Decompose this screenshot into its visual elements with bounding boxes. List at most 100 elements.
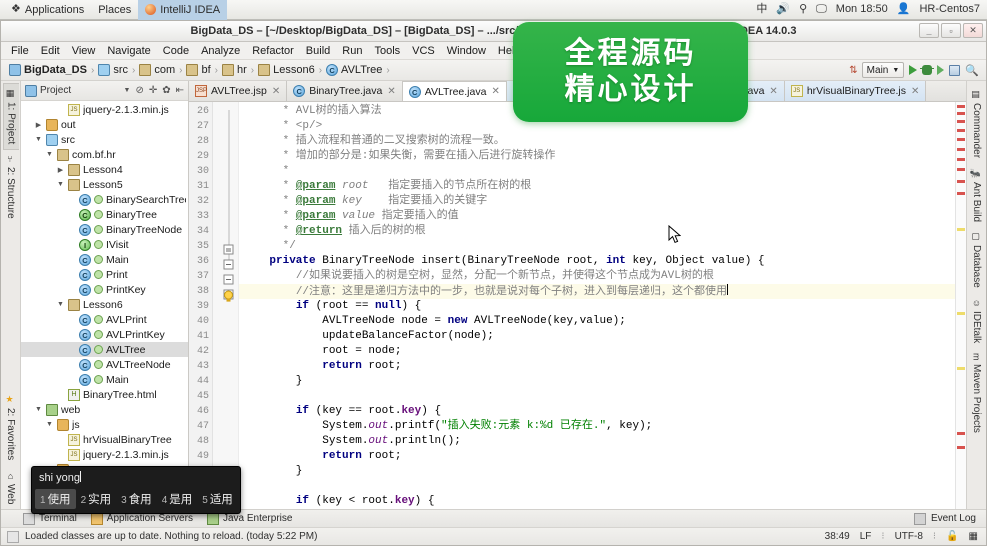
code-line[interactable]: System.out.printf("插入失败:元素 k:%d 已存在.", k… [239, 419, 955, 434]
breadcrumb-bigdata-ds[interactable]: BigData_DS [7, 64, 89, 76]
code-line[interactable] [239, 389, 955, 404]
ime-input-preedit[interactable]: shi yong [32, 467, 240, 487]
chevron-down-icon[interactable]: ▼ [56, 301, 65, 308]
ime-indicator[interactable]: 中 [756, 4, 767, 15]
inspection-icon[interactable]: ▦ [969, 531, 978, 542]
code-line[interactable]: * 插入流程和普通的二叉搜索树的流程一致。 [239, 134, 955, 149]
code-line[interactable]: * @param key 指定要插入的关键字 [239, 194, 955, 209]
chevron-down-icon[interactable]: ▼ [124, 87, 131, 94]
status-toggle-icon[interactable] [7, 530, 19, 543]
sidebar-item-structure[interactable]: ⑂ 2: Structure [3, 150, 18, 224]
expand-icon[interactable]: ✛ [149, 85, 157, 96]
maximize-button[interactable]: ▫ [941, 23, 961, 38]
tree-node[interactable]: C AVLPrint [21, 312, 188, 327]
menu-file[interactable]: File [5, 44, 35, 58]
chevron-right-icon[interactable]: ▶ [56, 166, 65, 174]
breadcrumb-lesson6[interactable]: Lesson6 [256, 64, 317, 76]
code-line[interactable]: return root; [239, 449, 955, 464]
debug-icon[interactable] [920, 65, 935, 75]
clock[interactable]: Mon 18:50 [836, 4, 888, 15]
tree-node[interactable]: C AVLTree [21, 342, 188, 357]
close-tab-icon[interactable]: ✕ [911, 86, 919, 97]
close-tab-icon[interactable]: ✕ [272, 86, 280, 97]
volume-icon[interactable]: 🔊 [776, 4, 790, 15]
hide-icon[interactable]: ⇤ [176, 85, 184, 96]
code-line[interactable]: private BinaryTreeNode insert(BinaryTree… [239, 254, 955, 269]
code-line[interactable]: if (key < root.key) { [239, 494, 955, 509]
code-line[interactable]: * @return 插入后的树的根 [239, 224, 955, 239]
menu-build[interactable]: Build [300, 44, 336, 58]
tree-node[interactable]: ▼ Lesson5 [21, 177, 188, 192]
run-configuration-selector[interactable]: Main ▼ [861, 62, 905, 78]
tree-node[interactable]: JS jquery-2.1.3.min.js [21, 102, 188, 117]
tree-node[interactable]: I IVisit [21, 237, 188, 252]
ime-candidate[interactable]: 2 实用 [76, 489, 117, 509]
tree-node[interactable]: C BinaryTree [21, 207, 188, 222]
editor-tab[interactable]: C AVLTree.java ✕ [402, 81, 507, 101]
places-menu[interactable]: Places [91, 0, 138, 20]
menu-run[interactable]: Run [336, 44, 368, 58]
close-tab-icon[interactable]: ✕ [491, 86, 499, 97]
chevron-down-icon[interactable]: ▼ [45, 151, 54, 158]
network-icon[interactable]: ⚲ [799, 4, 807, 15]
tree-node[interactable]: C BinarySearchTree [21, 192, 188, 207]
menu-window[interactable]: Window [441, 44, 492, 58]
intellij-window-button[interactable]: IntelliJ IDEA [138, 0, 228, 20]
tree-node[interactable]: ▼ Lesson6 [21, 297, 188, 312]
display-icon[interactable]: 🖵 [816, 4, 827, 15]
line-separator[interactable]: LF [860, 531, 872, 542]
ime-candidate[interactable]: 1 使用 [35, 489, 76, 509]
code-line[interactable]: if (root == null) { [239, 299, 955, 314]
code-line[interactable]: */ [239, 239, 955, 254]
sidebar-item-maven-projects[interactable]: m Maven Projects [969, 348, 984, 437]
close-tab-icon[interactable]: ✕ [769, 86, 777, 97]
sidebar-item-commander[interactable]: ▤ Commander [969, 85, 984, 163]
tree-node[interactable]: ▼ web [21, 402, 188, 417]
sidebar-item-web[interactable]: ⌂ Web [3, 466, 18, 509]
minimize-button[interactable]: _ [919, 23, 939, 38]
editor-tab[interactable]: C BinaryTree.java ✕ [287, 81, 403, 101]
collapse-all-icon[interactable]: ⊘ [135, 85, 143, 96]
bottom-tab-application-servers[interactable]: Application Servers [90, 512, 193, 525]
sidebar-item-project[interactable]: ▦ 1: Project [2, 83, 19, 151]
sidebar-item-idetalk[interactable]: ☺ IDEtalk [969, 293, 984, 348]
menu-edit[interactable]: Edit [35, 44, 66, 58]
code-line[interactable]: //注意：这里是递归方法中的一步，也就是说对每个子树，进入到每层递归，这个都使用 [239, 284, 955, 299]
code-line[interactable]: System.out.println(); [239, 434, 955, 449]
chevron-down-icon[interactable]: ▼ [34, 406, 43, 413]
error-stripe[interactable] [955, 102, 966, 509]
code-editor[interactable]: * AVL树的插入算法 * <p/> * 插入流程和普通的二叉搜索树的流程一致。… [239, 102, 955, 509]
close-button[interactable]: ✕ [963, 23, 983, 38]
tree-node[interactable]: C BinaryTreeNode [21, 222, 188, 237]
menu-tools[interactable]: Tools [368, 44, 406, 58]
tree-node[interactable]: C Main [21, 372, 188, 387]
tree-node[interactable]: ▼ src [21, 132, 188, 147]
code-line[interactable]: } [239, 374, 955, 389]
code-line[interactable]: updateBalanceFactor(node); [239, 329, 955, 344]
chevron-down-icon[interactable]: ▼ [56, 181, 65, 188]
user-name[interactable]: HR-Centos7 [919, 4, 980, 15]
tree-node[interactable]: ▼ js [21, 417, 188, 432]
run-icon[interactable] [909, 65, 918, 75]
tree-node[interactable]: ▶ out [21, 117, 188, 132]
tree-node[interactable]: C AVLTreeNode [21, 357, 188, 372]
code-line[interactable]: * @param root 指定要插入的节点所在树的根 [239, 179, 955, 194]
code-line[interactable]: * @param value 指定要插入的值 [239, 209, 955, 224]
code-line[interactable]: } [239, 464, 955, 479]
menu-view[interactable]: View [66, 44, 102, 58]
code-line[interactable] [239, 479, 955, 494]
code-line[interactable]: //如果说要插入的树是空树，显然，分配一个新节点，并使得这个节点成为AVL树的根 [239, 269, 955, 284]
tree-node[interactable]: C PrintKey [21, 282, 188, 297]
event-log-button[interactable]: Event Log [913, 512, 986, 525]
code-line[interactable]: AVLTreeNode node = new AVLTreeNode(key,v… [239, 314, 955, 329]
code-line[interactable]: return root; [239, 359, 955, 374]
settings-icon[interactable]: ✿ [162, 85, 170, 96]
sidebar-item-ant-build[interactable]: 🐜 Ant Build [969, 163, 984, 227]
chevron-down-icon[interactable]: ▼ [34, 136, 43, 143]
close-tab-icon[interactable]: ✕ [387, 86, 395, 97]
tree-node[interactable]: C Print [21, 267, 188, 282]
code-line[interactable]: * [239, 164, 955, 179]
sidebar-item-favorites[interactable]: ★ 2: Favorites [3, 390, 18, 465]
code-line[interactable]: * 增加的部分是:如果失衡，需要在插入后进行旋转操作 [239, 149, 955, 164]
file-encoding[interactable]: UTF-8 [895, 531, 923, 542]
